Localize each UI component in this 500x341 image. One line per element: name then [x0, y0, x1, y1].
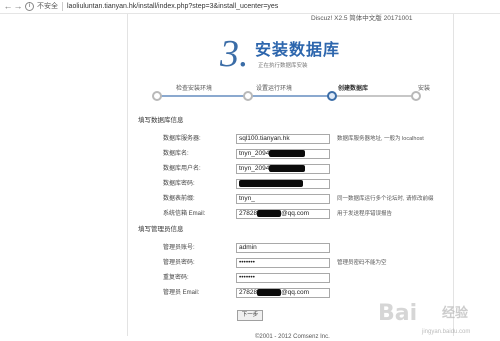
- db-name-input[interactable]: tnyn_2094: [236, 149, 330, 159]
- step-number: 3.: [220, 33, 249, 75]
- url-divider: [62, 2, 63, 11]
- db-name-label: 数据库名:: [163, 151, 189, 157]
- next-button[interactable]: 下一步: [237, 310, 263, 321]
- db-user-input[interactable]: tnyn_2094: [236, 164, 330, 174]
- redaction-mark: [257, 210, 282, 217]
- system-email-label: 系统信箱 Email:: [163, 211, 206, 217]
- step-label-create-db: 创建数据库: [338, 86, 369, 92]
- admin-account-label: 管理员账号:: [163, 245, 195, 251]
- step-dot-check-env: [152, 91, 162, 101]
- watermark-text: 经验: [442, 305, 469, 320]
- version-label: Discuz! X2.5 简体中文版 20171001: [311, 15, 413, 22]
- admin-section-title: 填写管理员信息: [138, 226, 184, 233]
- browser-address-bar: ← → i 不安全 laoliuluntan.tianyan.hk/instal…: [0, 0, 500, 14]
- system-email-input[interactable]: 27828 @qq.com: [236, 209, 330, 219]
- redaction-mark: [269, 150, 306, 157]
- back-button[interactable]: ←: [3, 1, 13, 12]
- admin-email-label: 管理员 Email:: [163, 290, 200, 296]
- db-prefix-input[interactable]: tnyn_: [236, 194, 330, 204]
- system-email-hint: 用于发送程序错误报告: [337, 211, 393, 217]
- db-name-value: tnyn_2094: [239, 150, 270, 158]
- db-password-input[interactable]: [236, 179, 330, 189]
- admin-password-label: 管理员密码:: [163, 260, 195, 266]
- redaction-mark: [239, 180, 303, 187]
- forward-button[interactable]: →: [13, 1, 23, 12]
- copyright-text: ©2001 - 2012 Comsenz Inc.: [255, 334, 330, 340]
- admin-password-hint: 管理员密码不能为空: [337, 260, 387, 266]
- redaction-mark: [257, 289, 282, 296]
- page-title: 安装数据库: [255, 42, 341, 59]
- db-user-label: 数据库用户名:: [163, 166, 201, 172]
- admin-password-input[interactable]: •••••••: [236, 258, 330, 268]
- repeat-password-label: 重复密码:: [163, 275, 189, 281]
- db-prefix-hint: 同一数据库运行多个论坛时, 请修改前缀: [337, 196, 434, 202]
- db-host-input[interactable]: sql100.tianyan.hk: [236, 134, 330, 144]
- system-email-domain: @qq.com: [281, 210, 309, 218]
- step-dot-setup-env: [243, 91, 253, 101]
- step-label-setup-env: 设置运行环境: [256, 86, 293, 92]
- system-email-value: 27828: [239, 210, 258, 218]
- db-prefix-label: 数据表前缀:: [163, 196, 195, 202]
- admin-email-domain: @qq.com: [281, 289, 309, 297]
- redaction-mark: [269, 165, 306, 172]
- baidu-jingyan-watermark: Bai 经验 jingyan.baidu.com: [378, 300, 496, 340]
- admin-account-input[interactable]: admin: [236, 243, 330, 253]
- info-icon[interactable]: i: [25, 2, 34, 11]
- db-section-title: 填写数据库信息: [138, 117, 184, 124]
- db-host-label: 数据库服务器:: [163, 136, 201, 142]
- repeat-password-input[interactable]: •••••••: [236, 273, 330, 283]
- page-viewport: Discuz! X2.5 简体中文版 20171001 3. 安装数据库 正在执…: [0, 14, 500, 340]
- step-dot-create-db: [327, 91, 337, 101]
- watermark-logo: Bai: [378, 301, 418, 326]
- step-dot-install: [411, 91, 421, 101]
- db-user-value: tnyn_2094: [239, 165, 270, 173]
- admin-email-input[interactable]: 27828 @qq.com: [236, 288, 330, 298]
- db-host-hint: 数据库服务器地址, 一般为 localhost: [337, 136, 424, 142]
- admin-email-value: 27828: [239, 289, 258, 297]
- not-secure-label[interactable]: 不安全: [37, 1, 58, 12]
- db-password-label: 数据库密码:: [163, 181, 195, 187]
- watermark-site: jingyan.baidu.com: [422, 329, 471, 335]
- url-field[interactable]: laoliuluntan.tianyan.hk/install/index.ph…: [67, 1, 278, 12]
- page-subtitle: 正在执行数据库安装: [258, 63, 308, 69]
- step-label-check-env: 检查安装环境: [176, 86, 213, 92]
